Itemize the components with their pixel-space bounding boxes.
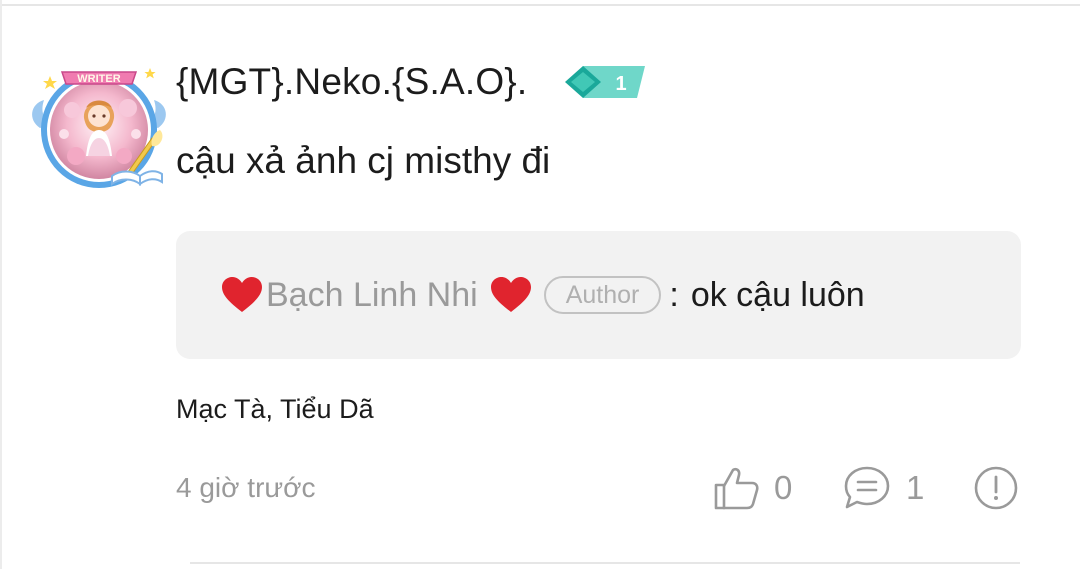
username[interactable]: {MGT}.Neko.{S.A.O}. bbox=[176, 61, 527, 103]
author-reply[interactable]: Bạch Linh Nhi Author : ok cậu luôn bbox=[176, 231, 1021, 359]
reply-author-name[interactable]: Bạch Linh Nhi bbox=[266, 276, 478, 315]
reply-count: 1 bbox=[906, 469, 925, 506]
thumbs-up-icon bbox=[714, 467, 759, 510]
report-button[interactable] bbox=[972, 462, 1020, 514]
avatar-frame-label: WRITER bbox=[77, 73, 120, 85]
comment-screen: WRITER {MGT}.Neko.{S.A.O}. 1 cậu xả ảnh … bbox=[0, 0, 1080, 569]
avatar[interactable]: WRITER bbox=[28, 58, 170, 190]
exclamation-circle-icon bbox=[974, 466, 1018, 510]
comment-text: cậu xả ảnh cj misthy đi bbox=[176, 140, 551, 181]
top-divider bbox=[0, 4, 1080, 6]
heart-icon bbox=[222, 277, 262, 312]
heart-icon bbox=[490, 277, 531, 312]
comment-timestamp: 4 giờ trước bbox=[176, 472, 316, 503]
reply-separator: : bbox=[669, 275, 679, 314]
avatar-frame: WRITER bbox=[32, 68, 166, 188]
level-badge-icon: 1 bbox=[565, 66, 646, 98]
comment-header: {MGT}.Neko.{S.A.O}. 1 bbox=[176, 56, 649, 108]
level-number: 1 bbox=[616, 73, 627, 95]
reply-text: ok cậu luôn bbox=[690, 275, 865, 314]
bottom-divider bbox=[190, 562, 1020, 564]
speech-bubble-icon bbox=[844, 466, 890, 509]
left-edge bbox=[0, 0, 2, 569]
liked-by-list[interactable]: Mạc Tà, Tiểu Dã bbox=[176, 394, 374, 425]
like-button[interactable]: 0 bbox=[712, 462, 792, 514]
like-count: 0 bbox=[774, 469, 793, 506]
reply-button[interactable]: 1 bbox=[842, 462, 924, 514]
author-tag-badge: Author bbox=[543, 276, 662, 314]
